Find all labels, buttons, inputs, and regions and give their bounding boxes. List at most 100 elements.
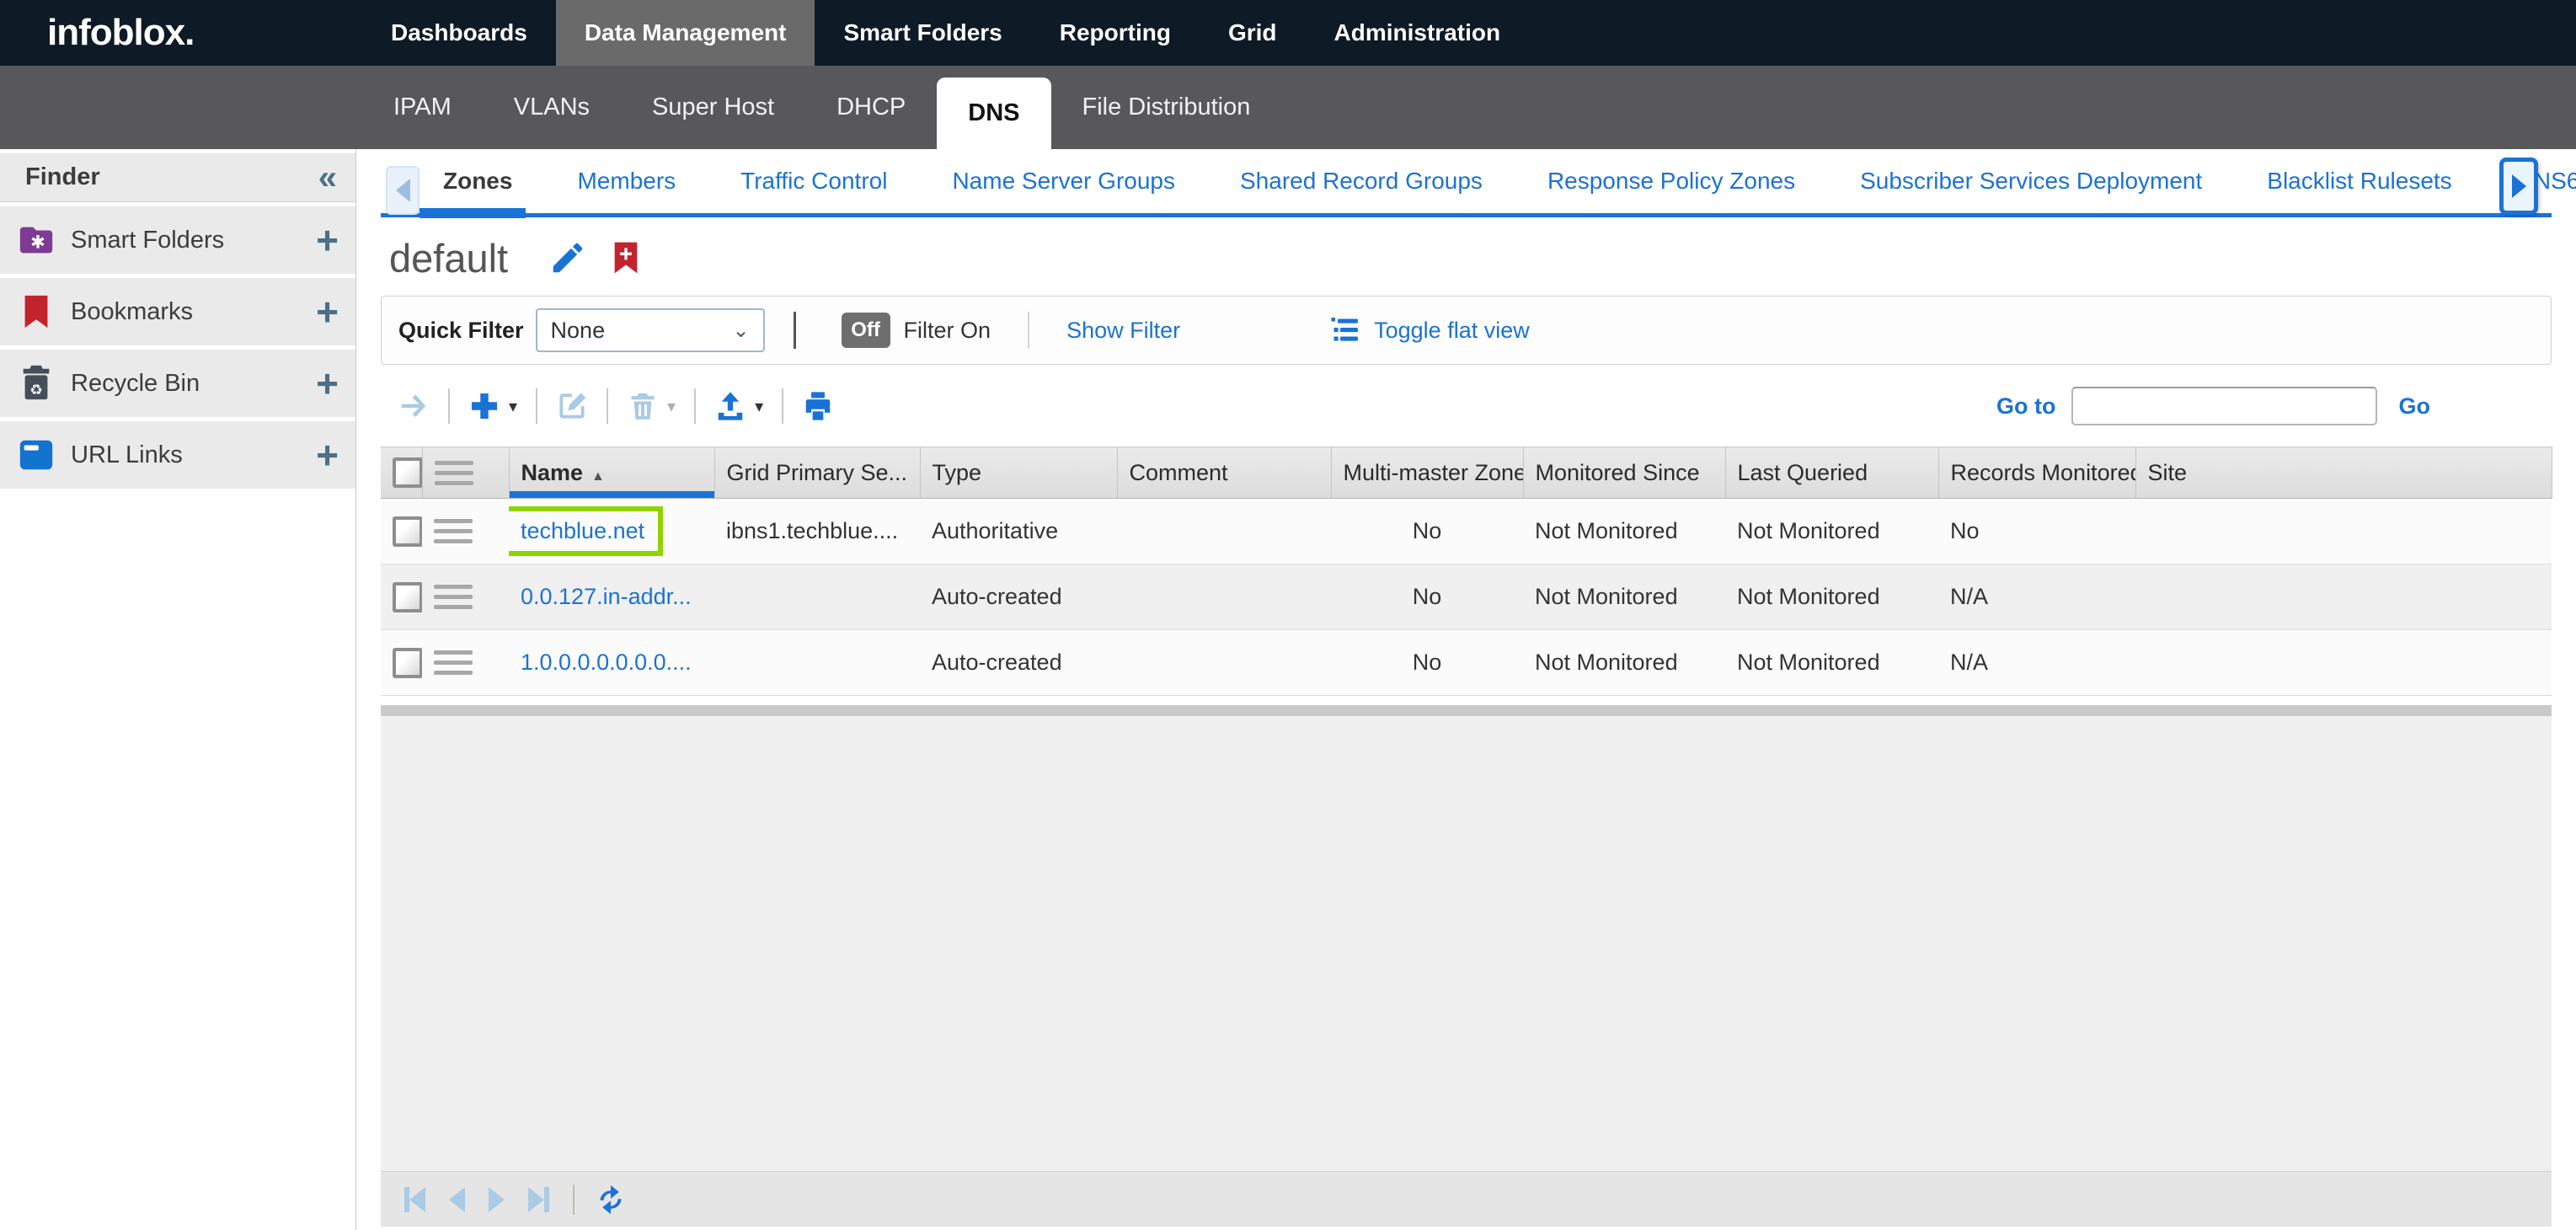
add-bookmark-icon[interactable] bbox=[609, 238, 643, 277]
flat-view-icon[interactable] bbox=[1328, 315, 1362, 345]
column-header-type[interactable]: Type bbox=[920, 447, 1117, 499]
title-row: default bbox=[381, 229, 643, 286]
subnav-vlans[interactable]: VLANs bbox=[483, 66, 621, 149]
next-page-icon bbox=[489, 1187, 505, 1212]
header-row-menu bbox=[422, 447, 509, 499]
nav-reporting[interactable]: Reporting bbox=[1031, 0, 1200, 66]
zone-link[interactable]: techblue.net bbox=[521, 518, 644, 543]
add-recycle-bin-button[interactable]: + bbox=[316, 364, 339, 403]
subnav-super-host[interactable]: Super Host bbox=[621, 66, 805, 149]
table-header-row: Name▲ Grid Primary Se... Type Comment Mu… bbox=[381, 447, 2552, 499]
quick-filter-value: None bbox=[551, 318, 606, 344]
subnav-dns[interactable]: DNS bbox=[937, 78, 1050, 149]
column-header-records-monitored[interactable]: Records Monitored bbox=[1938, 447, 2135, 499]
nav-administration[interactable]: Administration bbox=[1306, 0, 1530, 66]
last-page-icon bbox=[528, 1187, 544, 1212]
page-title: default bbox=[389, 235, 508, 281]
quick-filter-select[interactable]: None ⌄ bbox=[536, 308, 765, 352]
toggle-flat-view-link[interactable]: Toggle flat view bbox=[1374, 318, 1530, 344]
tab-blacklist-rulesets[interactable]: Blacklist Rulesets bbox=[2267, 168, 2451, 195]
add-icon[interactable] bbox=[468, 390, 500, 422]
sidebar-item-url-links[interactable]: URL Links + bbox=[0, 421, 355, 489]
previous-page-button[interactable] bbox=[449, 1187, 465, 1212]
infoblox-logo: infoblox. bbox=[0, 12, 362, 54]
nav-grid[interactable]: Grid bbox=[1200, 0, 1306, 66]
sidebar-item-label: Bookmarks bbox=[71, 298, 193, 326]
infoblox-grid-manager: infoblox. Dashboards Data Management Sma… bbox=[0, 0, 2576, 1230]
column-header-grid-primary[interactable]: Grid Primary Se... bbox=[714, 447, 920, 499]
zone-link[interactable]: 0.0.127.in-addr... bbox=[521, 584, 692, 609]
cell-type: Authoritative bbox=[920, 499, 1117, 564]
cell-site bbox=[2135, 564, 2552, 630]
sorted-column-indicator bbox=[510, 491, 714, 498]
column-header-site[interactable]: Site bbox=[2135, 447, 2552, 499]
tab-shared-record-groups[interactable]: Shared Record Groups bbox=[1240, 168, 1483, 195]
cell-comment bbox=[1117, 499, 1331, 564]
table-bottom-bar bbox=[381, 705, 2552, 716]
zone-link[interactable]: 1.0.0.0.0.0.0.0.... bbox=[521, 650, 692, 675]
goto-input[interactable] bbox=[2071, 387, 2377, 425]
row-checkbox[interactable] bbox=[393, 516, 422, 547]
export-menu-caret-icon[interactable]: ▾ bbox=[755, 396, 763, 417]
go-button[interactable]: Go bbox=[2399, 393, 2431, 420]
tab-name-server-groups[interactable]: Name Server Groups bbox=[952, 168, 1175, 195]
tab-traffic-control[interactable]: Traffic Control bbox=[740, 168, 887, 195]
chevron-down-icon: ⌄ bbox=[732, 318, 749, 343]
cell-type: Auto-created bbox=[920, 564, 1117, 630]
tab-zones[interactable]: Zones bbox=[443, 168, 512, 195]
print-icon[interactable] bbox=[802, 390, 834, 422]
dns-tab-bar: Zones Members Traffic Control Name Serve… bbox=[381, 149, 2552, 221]
finder-title: Finder bbox=[0, 163, 100, 191]
tab-members[interactable]: Members bbox=[577, 168, 676, 195]
row-checkbox[interactable] bbox=[393, 582, 422, 612]
row-menu-icon[interactable] bbox=[434, 585, 473, 609]
column-header-monitored-since[interactable]: Monitored Since bbox=[1523, 447, 1725, 499]
select-all-checkbox[interactable] bbox=[393, 457, 422, 488]
nav-smart-folders[interactable]: Smart Folders bbox=[815, 0, 1030, 66]
collapse-sidebar-icon[interactable]: « bbox=[318, 161, 337, 195]
tab-response-policy-zones[interactable]: Response Policy Zones bbox=[1547, 168, 1795, 195]
row-menu-icon[interactable] bbox=[434, 650, 473, 675]
delete-menu-caret-icon[interactable]: ▾ bbox=[667, 396, 676, 417]
subnav-file-distribution[interactable]: File Distribution bbox=[1051, 66, 1282, 149]
table-row: techblue.net ibns1.techblue.... Authorit… bbox=[381, 499, 2552, 564]
sidebar-item-smart-folders[interactable]: ✱ Smart Folders + bbox=[0, 206, 355, 274]
table-row: 0.0.127.in-addr... Auto-created No Not M… bbox=[381, 564, 2552, 630]
edit-title-icon[interactable] bbox=[548, 238, 587, 277]
last-page-button[interactable] bbox=[528, 1187, 549, 1212]
cell-monitored-since: Not Monitored bbox=[1523, 499, 1725, 564]
edit-icon[interactable] bbox=[556, 390, 588, 422]
column-header-comment[interactable]: Comment bbox=[1117, 447, 1331, 499]
add-smart-folder-button[interactable]: + bbox=[316, 221, 339, 259]
cell-site bbox=[2135, 499, 2552, 564]
sidebar-item-bookmarks[interactable]: Bookmarks + bbox=[0, 278, 355, 345]
add-url-link-button[interactable]: + bbox=[316, 436, 339, 474]
column-header-last-queried[interactable]: Last Queried bbox=[1725, 447, 1938, 499]
tab-scroll-left-button[interactable] bbox=[386, 166, 420, 215]
first-page-button[interactable] bbox=[404, 1187, 425, 1212]
show-filter-link[interactable]: Show Filter bbox=[1066, 318, 1180, 344]
column-header-name[interactable]: Name▲ bbox=[509, 447, 714, 499]
subnav-dhcp[interactable]: DHCP bbox=[805, 66, 937, 149]
subnav-ipam[interactable]: IPAM bbox=[362, 66, 483, 149]
go-arrow-icon[interactable] bbox=[398, 390, 430, 422]
add-bookmark-button[interactable]: + bbox=[316, 292, 339, 331]
row-checkbox[interactable] bbox=[393, 648, 422, 678]
delete-icon[interactable] bbox=[627, 390, 659, 422]
cell-grid-primary: ibns1.techblue.... bbox=[714, 499, 920, 564]
tab-subscriber-services-deployment[interactable]: Subscriber Services Deployment bbox=[1860, 168, 2202, 195]
tab-scroll-right-button[interactable] bbox=[2499, 158, 2538, 215]
sidebar-item-recycle-bin[interactable]: ♻ Recycle Bin + bbox=[0, 350, 355, 417]
refresh-icon[interactable] bbox=[595, 1184, 627, 1216]
next-page-button[interactable] bbox=[489, 1187, 505, 1212]
tab-list: Zones Members Traffic Control Name Serve… bbox=[443, 149, 2576, 213]
add-menu-caret-icon[interactable]: ▾ bbox=[509, 396, 517, 417]
filter-toggle-button[interactable]: Off bbox=[842, 313, 890, 348]
nav-dashboards[interactable]: Dashboards bbox=[362, 0, 556, 66]
nav-data-management[interactable]: Data Management bbox=[556, 0, 815, 66]
row-menu-icon[interactable] bbox=[434, 519, 473, 543]
column-header-multi-master[interactable]: Multi-master Zone bbox=[1331, 447, 1523, 499]
cell-last-queried: Not Monitored bbox=[1725, 564, 1938, 630]
export-icon[interactable] bbox=[714, 390, 746, 422]
column-menu-icon[interactable] bbox=[435, 461, 473, 485]
